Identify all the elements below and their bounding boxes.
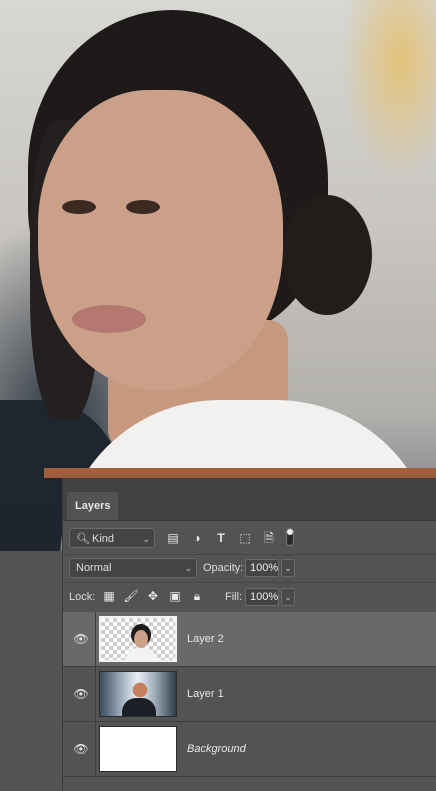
layer-thumbnail[interactable] xyxy=(99,616,177,662)
pixel-filter-icon[interactable]: ▤ xyxy=(165,530,181,546)
layer-filter-row: 🔍︎ Kind ⌄ ▤ ◑ T ⬚ 🗎︎ xyxy=(63,524,436,555)
lock-position-move-icon[interactable]: ✥ xyxy=(145,588,161,604)
layer-row-layer-1[interactable]: 👁︎ Layer 1 xyxy=(63,667,436,722)
chevron-down-icon: ⌄ xyxy=(142,534,150,544)
lock-fill-row: Lock: ▦ 🖌︎ ✥ ▣ 🔒︎ Fill: 100% ⌄ xyxy=(63,582,436,613)
kind-filter-label: Kind xyxy=(92,533,115,545)
opacity-input[interactable]: 100% xyxy=(245,559,279,577)
search-icon: 🔍︎ xyxy=(76,533,90,545)
layer-thumbnail[interactable] xyxy=(99,671,177,717)
lock-artboard-icon[interactable]: ▣ xyxy=(167,588,183,604)
canvas-photo-lips xyxy=(72,305,146,333)
kind-filter-select[interactable]: 🔍︎ Kind ⌄ xyxy=(69,528,155,548)
fill-dropdown-button[interactable]: ⌄ xyxy=(281,588,295,606)
blend-mode-select[interactable]: Normal ⌄ xyxy=(69,558,197,578)
layer-name[interactable]: Background xyxy=(187,739,246,759)
lock-all-icon[interactable]: 🔒︎ xyxy=(189,588,205,604)
lock-transparent-pixels-icon[interactable]: ▦ xyxy=(101,588,117,604)
smart-object-filter-icon[interactable]: 🗎︎ xyxy=(261,530,277,546)
layer-row-background[interactable]: 👁︎ Background xyxy=(63,722,436,777)
fill-label: Fill: xyxy=(225,591,243,603)
layer-row-divider xyxy=(95,612,96,666)
canvas-photo-face xyxy=(38,90,283,390)
shape-filter-icon[interactable]: ⬚ xyxy=(237,530,253,546)
fill-input[interactable]: 100% xyxy=(245,588,279,606)
opacity-label: Opacity: xyxy=(203,562,244,574)
canvas-photo-hair-bun xyxy=(282,195,372,315)
document-canvas[interactable] xyxy=(0,0,436,551)
layer-row-divider xyxy=(95,667,96,721)
thumbnail-body xyxy=(125,648,157,660)
thumbnail-suit xyxy=(122,698,156,716)
eye-icon[interactable]: 👁︎ xyxy=(73,741,89,757)
layer-thumbnail[interactable] xyxy=(99,726,177,772)
type-filter-icon[interactable]: T xyxy=(213,530,229,546)
layer-row-layer-2[interactable]: 👁︎ Layer 2 xyxy=(63,612,436,667)
thumbnail-face xyxy=(134,630,148,648)
canvas-photo-eye-left xyxy=(62,200,96,214)
layer-name[interactable]: Layer 1 xyxy=(187,684,224,704)
lock-image-pixels-brush-icon[interactable]: 🖌︎ xyxy=(123,588,139,604)
layer-row-divider xyxy=(95,722,96,776)
chevron-down-icon: ⌄ xyxy=(184,563,192,573)
eye-icon[interactable]: 👁︎ xyxy=(73,686,89,702)
panel-tabbar: Layers xyxy=(63,478,436,521)
blend-mode-value: Normal xyxy=(76,562,112,574)
blend-opacity-row: Normal ⌄ Opacity: 100% ⌄ xyxy=(63,554,436,583)
opacity-dropdown-button[interactable]: ⌄ xyxy=(281,559,295,577)
tab-layers[interactable]: Layers xyxy=(67,492,119,520)
lock-label: Lock: xyxy=(69,591,96,603)
layer-name[interactable]: Layer 2 xyxy=(187,629,224,649)
eye-icon[interactable]: 👁︎ xyxy=(73,631,89,647)
layers-panel: Layers 🔍︎ Kind ⌄ ▤ ◑ T ⬚ 🗎︎ Normal ⌄ Opac… xyxy=(62,478,436,791)
filter-toggle[interactable] xyxy=(286,528,294,546)
adjustment-filter-icon[interactable]: ◑ xyxy=(189,530,205,546)
canvas-photo-eye-right xyxy=(126,200,160,214)
